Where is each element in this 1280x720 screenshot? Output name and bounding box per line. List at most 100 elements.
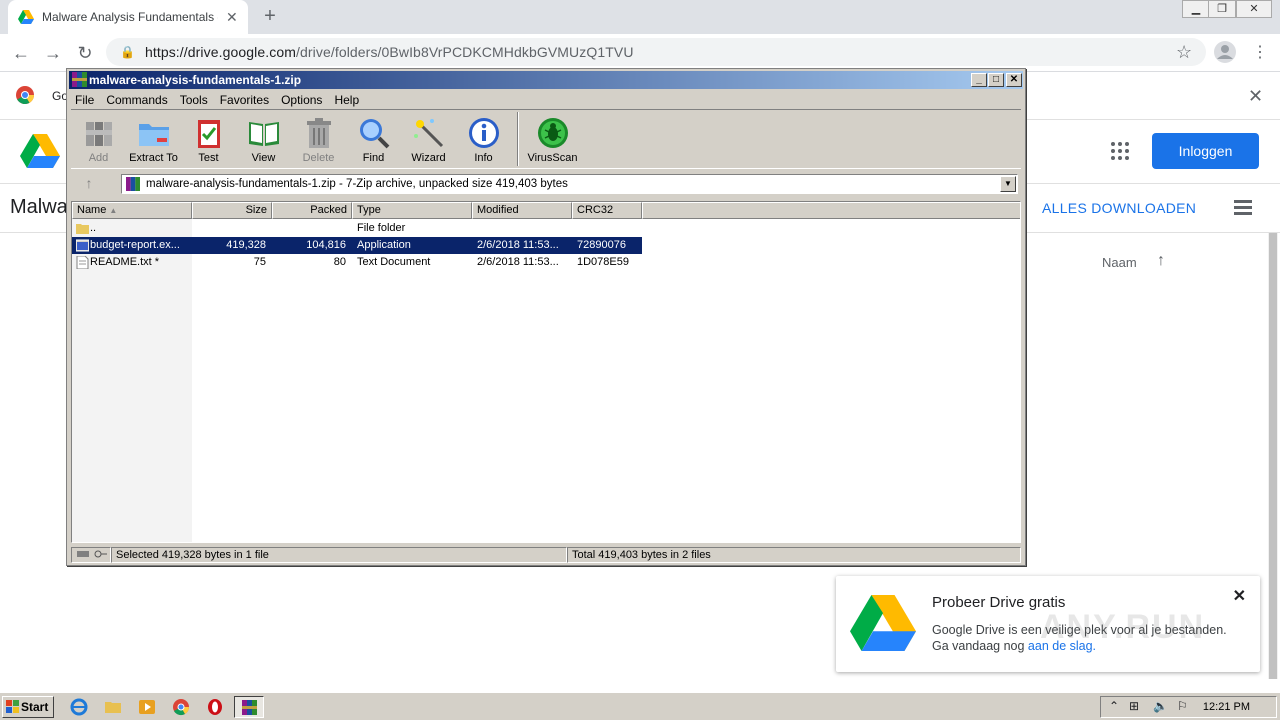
disk-key-icon bbox=[77, 550, 107, 558]
column-header-type[interactable]: Type bbox=[352, 202, 472, 219]
status-bar: Selected 419,328 bytes in 1 file Total 4… bbox=[71, 547, 1021, 563]
up-folder-icon[interactable]: ↑ bbox=[73, 175, 105, 193]
delete-button[interactable]: Delete bbox=[291, 110, 346, 168]
opera-icon[interactable] bbox=[206, 698, 224, 716]
explorer-folder-icon[interactable] bbox=[104, 698, 122, 716]
watermark-logo: ANY.RUN bbox=[1040, 608, 1206, 646]
media-player-icon[interactable] bbox=[138, 698, 156, 716]
internet-explorer-icon[interactable] bbox=[70, 698, 88, 716]
path-dropdown-icon[interactable]: ▼ bbox=[1000, 176, 1016, 192]
address-url: https://drive.google.com/drive/folders/0… bbox=[144, 44, 634, 60]
file-row-budget-report[interactable]: budget-report.ex... 419,328 104,816 Appl… bbox=[72, 237, 642, 254]
sort-by-name-label[interactable]: Naam bbox=[1102, 255, 1137, 270]
file-row-readme[interactable]: README.txt * 75 80 Text Document 2/6/201… bbox=[72, 254, 642, 271]
browser-tab[interactable]: Malware Analysis Fundamentals - Go ✕ bbox=[8, 0, 248, 34]
winrar-title: malware-analysis-fundamentals-1.zip bbox=[89, 73, 302, 87]
address-bar[interactable]: 🔒 https://drive.google.com/drive/folders… bbox=[106, 38, 1206, 66]
toolbar-separator bbox=[517, 112, 519, 166]
view-button[interactable]: View bbox=[236, 110, 291, 168]
toast-close-icon[interactable]: ✕ bbox=[1233, 586, 1246, 606]
info-bar-close-icon[interactable]: ✕ bbox=[1248, 86, 1263, 107]
clock[interactable]: 12:21 PM bbox=[1203, 697, 1250, 717]
chrome-logo-icon bbox=[16, 86, 34, 104]
winrar-taskbar-button[interactable] bbox=[234, 696, 264, 718]
scrollbar-thumb[interactable] bbox=[1269, 233, 1277, 679]
column-header-modified[interactable]: Modified bbox=[472, 202, 572, 219]
forward-icon[interactable]: → bbox=[42, 42, 64, 64]
find-magnifier-icon bbox=[359, 119, 389, 149]
action-center-flag-icon[interactable]: ⚐ bbox=[1177, 699, 1188, 713]
find-button[interactable]: Find bbox=[346, 110, 401, 168]
winrar-close-icon[interactable]: ✕ bbox=[1006, 73, 1022, 87]
google-drive-logo-icon bbox=[850, 594, 916, 652]
back-icon[interactable]: ← bbox=[10, 42, 32, 64]
reload-icon[interactable]: ↻ bbox=[74, 42, 96, 64]
extract-to-button[interactable]: Extract To bbox=[126, 110, 181, 168]
virusscan-button[interactable]: VirusScan bbox=[525, 110, 580, 168]
column-header-name[interactable]: Name ▲ bbox=[72, 202, 192, 219]
google-drive-logo-icon[interactable] bbox=[20, 134, 60, 168]
winrar-app-icon bbox=[72, 72, 87, 87]
menu-favorites[interactable]: Favorites bbox=[214, 91, 275, 109]
view-book-icon bbox=[248, 122, 279, 146]
file-row-parent[interactable]: .. File folder bbox=[72, 220, 642, 237]
column-header-crc32[interactable]: CRC32 bbox=[572, 202, 642, 219]
profile-avatar-icon[interactable] bbox=[1214, 41, 1236, 63]
status-drive-icons bbox=[71, 547, 111, 563]
winrar-minimize-icon[interactable]: _ bbox=[971, 73, 987, 87]
path-text: malware-analysis-fundamentals-1.zip - 7-… bbox=[146, 178, 568, 190]
extract-folder-icon bbox=[138, 124, 169, 146]
system-tray: ⌃ ⊞ 🔈 ⚐ 12:21 PM bbox=[1100, 696, 1277, 718]
info-icon bbox=[468, 118, 499, 148]
menu-tools[interactable]: Tools bbox=[174, 91, 214, 109]
application-icon bbox=[76, 239, 89, 252]
tab-close-icon[interactable]: ✕ bbox=[226, 9, 238, 26]
apps-grid-icon[interactable] bbox=[1110, 141, 1130, 161]
new-tab-icon[interactable]: + bbox=[258, 4, 282, 28]
path-combobox[interactable]: malware-analysis-fundamentals-1.zip - 7-… bbox=[121, 174, 1018, 194]
start-button[interactable]: Start bbox=[2, 696, 54, 718]
restore-icon[interactable]: ❐ bbox=[1208, 0, 1236, 18]
folder-title: Malwa bbox=[10, 196, 68, 218]
menu-file[interactable]: File bbox=[69, 91, 100, 109]
menu-options[interactable]: Options bbox=[275, 91, 328, 109]
page-scrollbar[interactable] bbox=[1268, 233, 1278, 679]
folder-icon bbox=[76, 224, 89, 234]
taskbar: Start ⌃ ⊞ 🔈 ⚐ 12:21 PM bbox=[0, 692, 1280, 720]
chrome-taskbar-icon[interactable] bbox=[172, 698, 190, 716]
sort-ascending-icon[interactable]: ↑ bbox=[1157, 252, 1165, 270]
minimize-icon[interactable]: ▁ bbox=[1182, 0, 1210, 18]
text-document-icon bbox=[76, 256, 89, 269]
status-total: Total 419,403 bytes in 2 files bbox=[567, 547, 1021, 563]
menu-commands[interactable]: Commands bbox=[100, 91, 173, 109]
windows-flag-icon bbox=[6, 700, 19, 713]
winrar-titlebar[interactable]: malware-analysis-fundamentals-1.zip _ □ … bbox=[69, 71, 1023, 89]
sort-asc-icon: ▲ bbox=[109, 206, 118, 215]
test-button[interactable]: Test bbox=[181, 110, 236, 168]
close-window-icon[interactable]: ✕ bbox=[1236, 0, 1272, 18]
download-all-button[interactable]: ALLES DOWNLOADEN bbox=[1042, 200, 1196, 216]
tab-title: Malware Analysis Fundamentals - Go bbox=[42, 10, 218, 24]
google-drive-favicon-icon bbox=[18, 10, 34, 24]
network-icon[interactable]: ⊞ bbox=[1129, 699, 1139, 713]
column-header-size[interactable]: Size bbox=[192, 202, 272, 219]
list-view-icon[interactable] bbox=[1234, 200, 1252, 216]
archive-icon bbox=[126, 177, 140, 191]
volume-icon[interactable]: 🔈 bbox=[1153, 699, 1168, 713]
wizard-wand-icon bbox=[413, 119, 443, 148]
column-header-empty bbox=[642, 202, 1020, 219]
winrar-toolbar: Add Extract To Test View Delete Find Wiz… bbox=[71, 109, 1021, 169]
bookmark-star-icon[interactable]: ☆ bbox=[1176, 42, 1192, 63]
delete-trash-icon bbox=[306, 118, 331, 148]
tray-expand-icon[interactable]: ⌃ bbox=[1109, 699, 1119, 713]
winrar-maximize-icon[interactable]: □ bbox=[988, 73, 1004, 87]
add-button[interactable]: Add bbox=[71, 110, 126, 168]
column-header-packed[interactable]: Packed bbox=[272, 202, 352, 219]
wizard-button[interactable]: Wizard bbox=[401, 110, 456, 168]
info-button[interactable]: Info bbox=[456, 110, 511, 168]
login-button[interactable]: Inloggen bbox=[1152, 133, 1259, 169]
add-archive-icon bbox=[85, 122, 112, 146]
menu-help[interactable]: Help bbox=[328, 91, 365, 109]
chrome-menu-icon[interactable]: ⋮ bbox=[1252, 42, 1268, 62]
winrar-window: malware-analysis-fundamentals-1.zip _ □ … bbox=[66, 68, 1026, 566]
